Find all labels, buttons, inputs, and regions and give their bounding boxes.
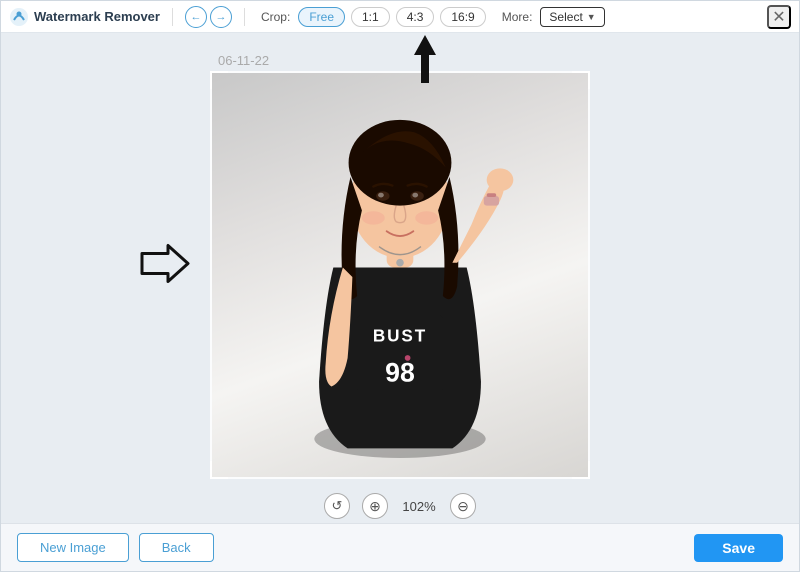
app-logo-icon [9,7,29,27]
up-arrow-svg [410,33,440,85]
save-button[interactable]: Save [694,534,783,562]
back-button[interactable]: Back [139,533,214,562]
svg-text:98: 98 [385,358,415,388]
image-canvas: 06-11-22 [210,53,590,479]
zoom-in-button[interactable]: ⊕ [362,493,388,519]
app-logo: Watermark Remover [9,7,160,27]
nav-arrows: ← → [185,6,232,28]
main-area: 06-11-22 [1,33,799,525]
person-illustration: BUST 98 [260,77,540,477]
bottom-bar: New Image Back Save [1,523,799,571]
reset-icon: ↺ [332,498,343,514]
date-stamp: 06-11-22 [218,53,269,68]
divider2 [244,8,245,26]
zoom-out-button[interactable]: ⊖ [450,493,476,519]
svg-text:BUST: BUST [373,326,427,346]
zoom-out-icon: ⊖ [457,498,469,515]
dropdown-arrow-icon: ▼ [587,12,596,22]
select-label: Select [549,10,582,24]
crop-options: Free 1:1 4:3 16:9 [298,7,485,27]
crop-4-3-button[interactable]: 4:3 [396,7,435,27]
title-bar: Watermark Remover ← → Crop: Free 1:1 4:3… [1,1,799,33]
zoom-bar: ↺ ⊕ 102% ⊖ [1,487,799,525]
crop-label: Crop: [261,10,290,24]
crop-1-1-button[interactable]: 1:1 [351,7,390,27]
zoom-in-icon: ⊕ [369,498,381,515]
right-arrow-indicator [138,244,190,289]
app-title: Watermark Remover [34,9,160,24]
left-actions: New Image Back [17,533,214,562]
select-dropdown-button[interactable]: Select ▼ [540,7,604,27]
close-button[interactable]: ✕ [767,5,791,29]
up-arrow-indicator [410,33,440,85]
photo-wrapper: BUST 98 [210,71,590,479]
zoom-percentage: 102% [400,499,438,514]
new-image-button[interactable]: New Image [17,533,129,562]
nav-back-button[interactable]: ← [185,6,207,28]
zoom-reset-button[interactable]: ↺ [324,493,350,519]
right-arrow-svg [138,244,190,284]
more-label: More: [502,10,533,24]
divider [172,8,173,26]
crop-free-button[interactable]: Free [298,7,345,27]
nav-forward-button[interactable]: → [210,6,232,28]
photo-background: BUST 98 [212,73,588,477]
crop-16-9-button[interactable]: 16:9 [440,7,485,27]
